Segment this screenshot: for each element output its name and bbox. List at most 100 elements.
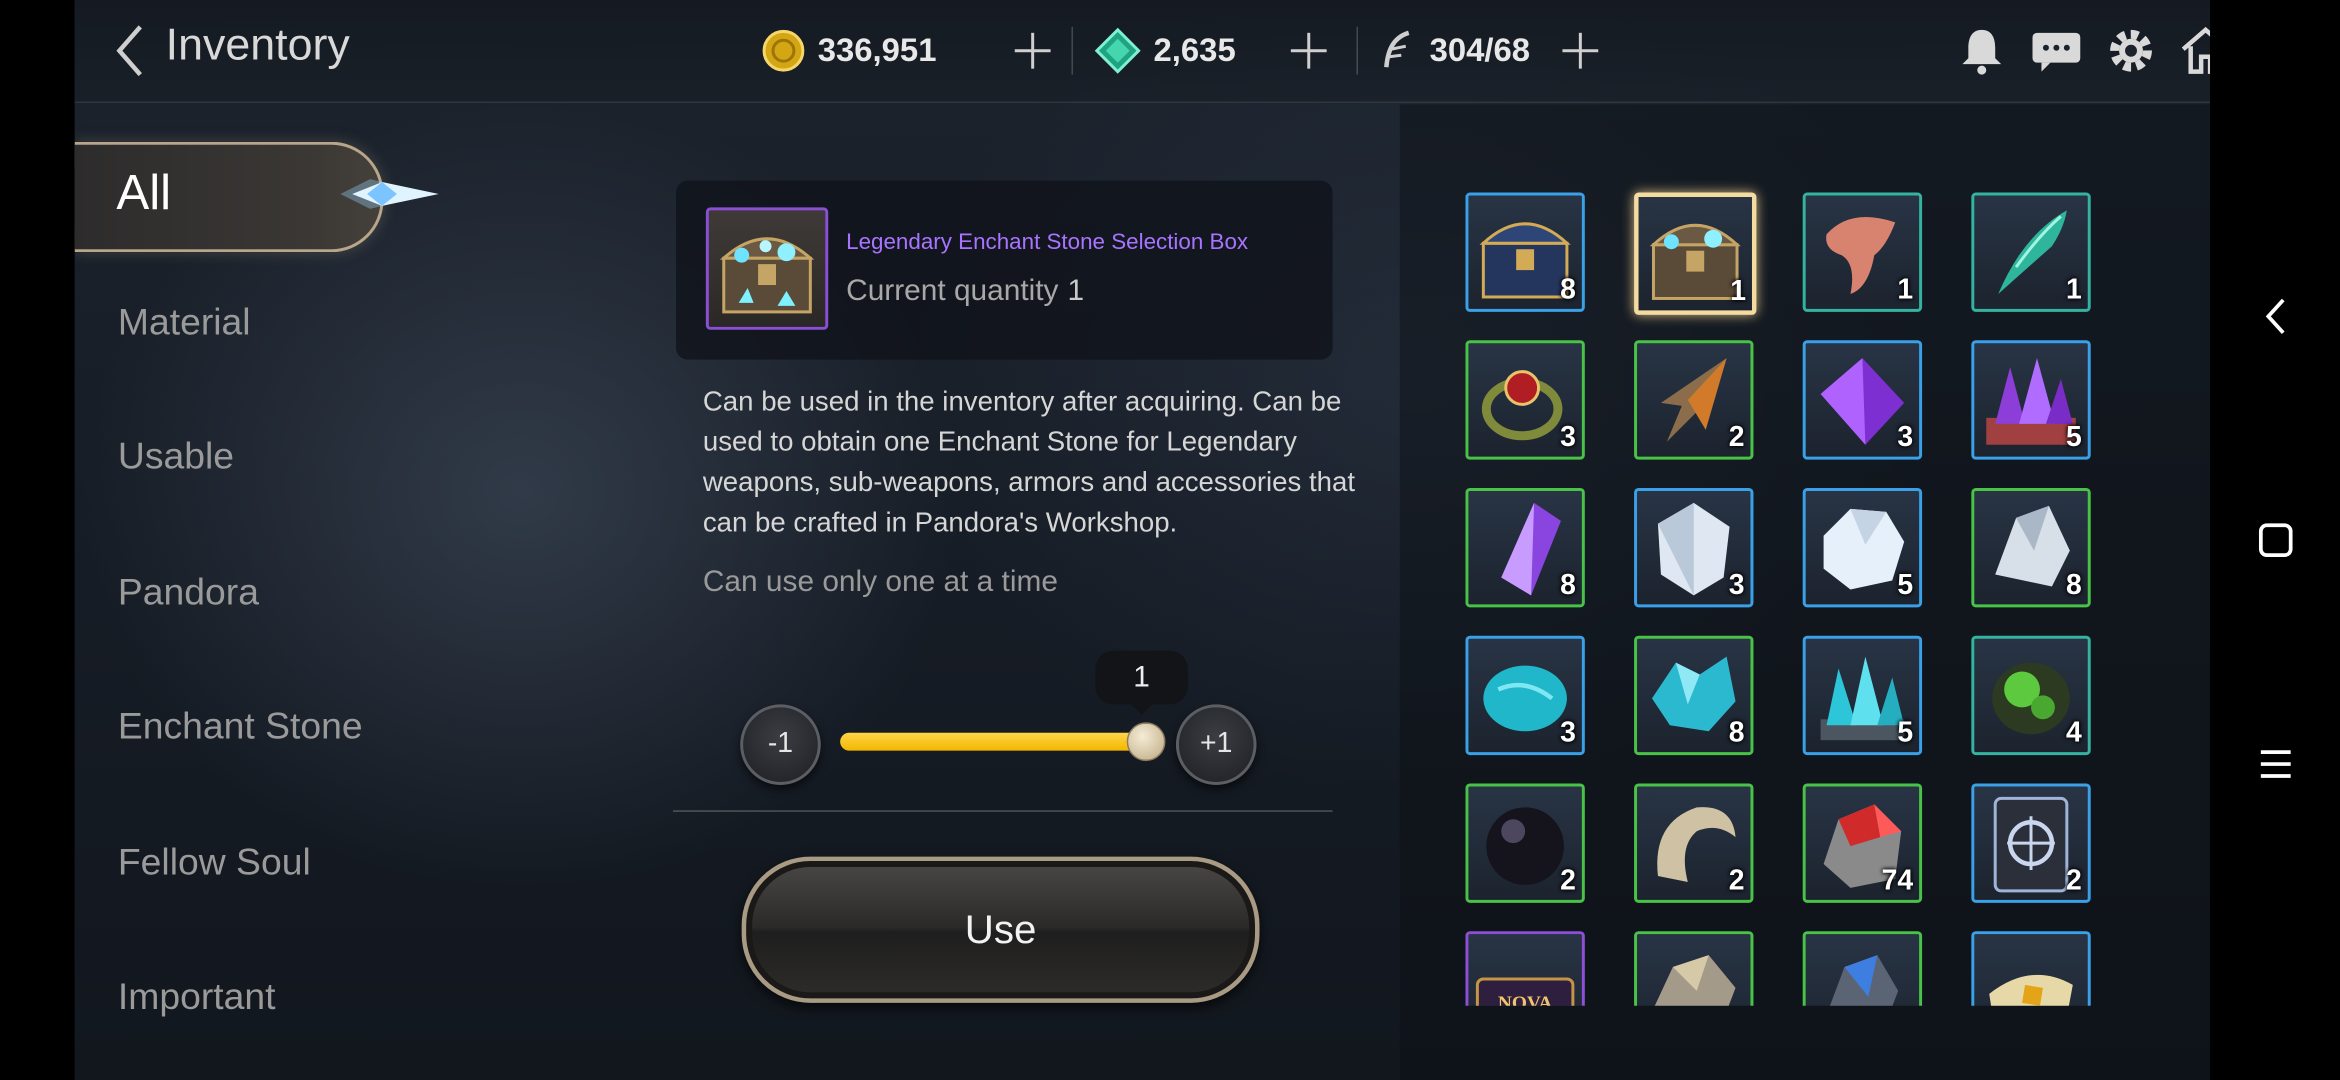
stamina-amount: 304/68 <box>1429 31 1531 69</box>
stamina-counter: 304/68 <box>1379 27 1530 75</box>
item-quantity: 3 <box>1897 422 1914 454</box>
item-quantity: 4 <box>2065 717 2082 750</box>
item-grid: 8 1 1 1 3 2 3 5 8 3 5 8 3 8 5 4 2 2 74 2 NOVA STONE <box>1465 179 2122 1006</box>
inventory-slot[interactable]: 2 <box>1634 340 1754 460</box>
nav-menu-icon <box>2260 750 2290 778</box>
gold-counter: 336,951 <box>761 27 936 75</box>
item-quantity: 8 <box>1728 717 1745 750</box>
inventory-slot[interactable]: 74 <box>1802 783 1923 903</box>
item-thumbnail <box>705 207 829 330</box>
item-quantity: 5 <box>2065 422 2082 454</box>
inventory-slot[interactable] <box>1634 931 1754 1006</box>
gear-icon[interactable] <box>2104 24 2158 78</box>
inventory-slot[interactable]: 5 <box>1802 487 1923 608</box>
inventory-slot[interactable]: 8 <box>1465 487 1585 608</box>
item-quantity: 2 <box>1728 865 1745 897</box>
slider-handle[interactable] <box>1126 722 1166 762</box>
item-detail-card: Legendary Enchant Stone Selection Box Cu… <box>676 180 1333 360</box>
blue-ore-icon <box>1829 955 1899 1006</box>
gold-amount: 336,951 <box>817 31 937 69</box>
inventory-slot[interactable]: 2 <box>1465 783 1585 903</box>
inventory-slot[interactable]: 8 <box>1971 487 2091 608</box>
item-quantity: 2 <box>2065 865 2082 897</box>
slider-value-bubble: 1 <box>1095 650 1188 715</box>
inventory-slot[interactable]: 3 <box>1634 487 1754 608</box>
inventory-slot[interactable]: 5 <box>1802 635 1923 756</box>
inventory-slot[interactable]: NOVA STONE <box>1465 931 1585 1006</box>
item-quantity: 5 <box>1897 717 1914 750</box>
quantity-slider[interactable] <box>840 722 1166 762</box>
inventory-slot[interactable]: 2 <box>1971 783 2091 903</box>
quantity-value: 1 <box>1067 274 1085 308</box>
gem-counter: 2,635 <box>1094 27 1236 75</box>
increase-button[interactable]: +1 <box>1175 704 1257 785</box>
current-quantity: Current quantity 1 <box>846 275 1084 309</box>
item-quantity: 8 <box>1560 570 1576 602</box>
bell-icon[interactable] <box>1955 24 2009 78</box>
gem-amount: 2,635 <box>1153 31 1236 69</box>
gold-coin-icon <box>762 29 805 72</box>
usage-note: Can use only one at a time <box>702 565 1058 599</box>
page-title: Inventory <box>165 20 350 71</box>
back-button[interactable] <box>107 21 152 81</box>
slider-fill <box>840 732 1145 751</box>
menu-item-material[interactable]: Material <box>118 301 251 344</box>
inventory-slot[interactable]: 1 <box>1634 192 1757 315</box>
menu-item-important[interactable]: Important <box>118 976 276 1019</box>
nav-home-button[interactable] <box>2210 495 2340 585</box>
divider <box>673 810 1333 812</box>
chat-icon[interactable] <box>2030 24 2084 78</box>
menu-item-enchant-stone[interactable]: Enchant Stone <box>118 706 363 749</box>
inventory-slot[interactable]: 8 <box>1465 192 1585 312</box>
divider <box>1071 26 1073 75</box>
inventory-slot[interactable] <box>1802 931 1923 1006</box>
item-quantity: 5 <box>1897 570 1914 602</box>
inventory-slot[interactable]: 3 <box>1465 635 1585 756</box>
inventory-slot[interactable]: 8 <box>1634 635 1754 756</box>
add-gem-button[interactable] <box>1288 30 1330 72</box>
inventory-slot[interactable]: 2 <box>1634 783 1754 903</box>
system-nav-bar <box>2210 0 2340 1080</box>
item-quantity: 1 <box>1730 276 1746 308</box>
inventory-slot[interactable]: 1 <box>1971 192 2091 312</box>
inventory-slot[interactable]: 4 <box>1971 635 2091 756</box>
item-quantity: 8 <box>2065 570 2082 602</box>
add-gold-button[interactable] <box>1012 30 1054 72</box>
diamond-ornament-icon <box>340 179 439 209</box>
menu-item-fellow-soul[interactable]: Fellow Soul <box>118 842 311 885</box>
divider <box>1356 26 1358 75</box>
nav-home-icon <box>2258 523 2292 558</box>
decrease-button[interactable]: -1 <box>740 704 821 785</box>
enchant-stone-chest-icon <box>719 237 815 314</box>
inventory-slot[interactable]: 5 <box>1971 340 2091 460</box>
item-description: Can be used in the inventory after acqui… <box>702 385 1356 538</box>
inventory-slot[interactable]: 3 <box>1802 340 1923 460</box>
menu-item-label: All <box>116 164 172 220</box>
gold-scroll-icon <box>1989 974 2073 1006</box>
inventory-slot[interactable]: 3 <box>1465 340 1585 460</box>
menu-item-pandora[interactable]: Pandora <box>118 572 259 615</box>
home-icon[interactable] <box>2179 24 2211 78</box>
nova-stone-icon: NOVASTONE <box>1475 977 1575 1006</box>
add-stamina-button[interactable] <box>1559 30 1601 72</box>
top-bar: Inventory 336,951 2,635 304/68 <box>74 0 2211 103</box>
use-button[interactable]: Use <box>741 856 1260 1003</box>
item-quantity: 3 <box>1560 422 1576 454</box>
inventory-slot[interactable]: 1 <box>1802 192 1923 312</box>
game-screen: Inventory 336,951 2,635 304/68 All Mater… <box>74 0 2211 1080</box>
item-quantity: 3 <box>1560 717 1576 750</box>
green-gem-icon <box>1094 27 1141 74</box>
item-quantity: 74 <box>1881 865 1914 897</box>
item-quantity: 3 <box>1728 570 1745 602</box>
nav-back-button[interactable] <box>2210 272 2340 362</box>
menu-item-usable[interactable]: Usable <box>118 436 234 479</box>
item-quantity: 1 <box>1897 274 1914 306</box>
inventory-slot[interactable] <box>1971 931 2091 1006</box>
quantity-label: Current quantity <box>846 274 1059 308</box>
nav-recents-button[interactable] <box>2210 719 2340 809</box>
item-name: Legendary Enchant Stone Selection Box <box>846 229 1249 256</box>
gold-ore-icon <box>1654 955 1736 1006</box>
svg-text:NOVA: NOVA <box>1498 993 1553 1006</box>
chevron-left-icon <box>116 25 142 77</box>
feather-key-icon <box>1384 30 1410 68</box>
